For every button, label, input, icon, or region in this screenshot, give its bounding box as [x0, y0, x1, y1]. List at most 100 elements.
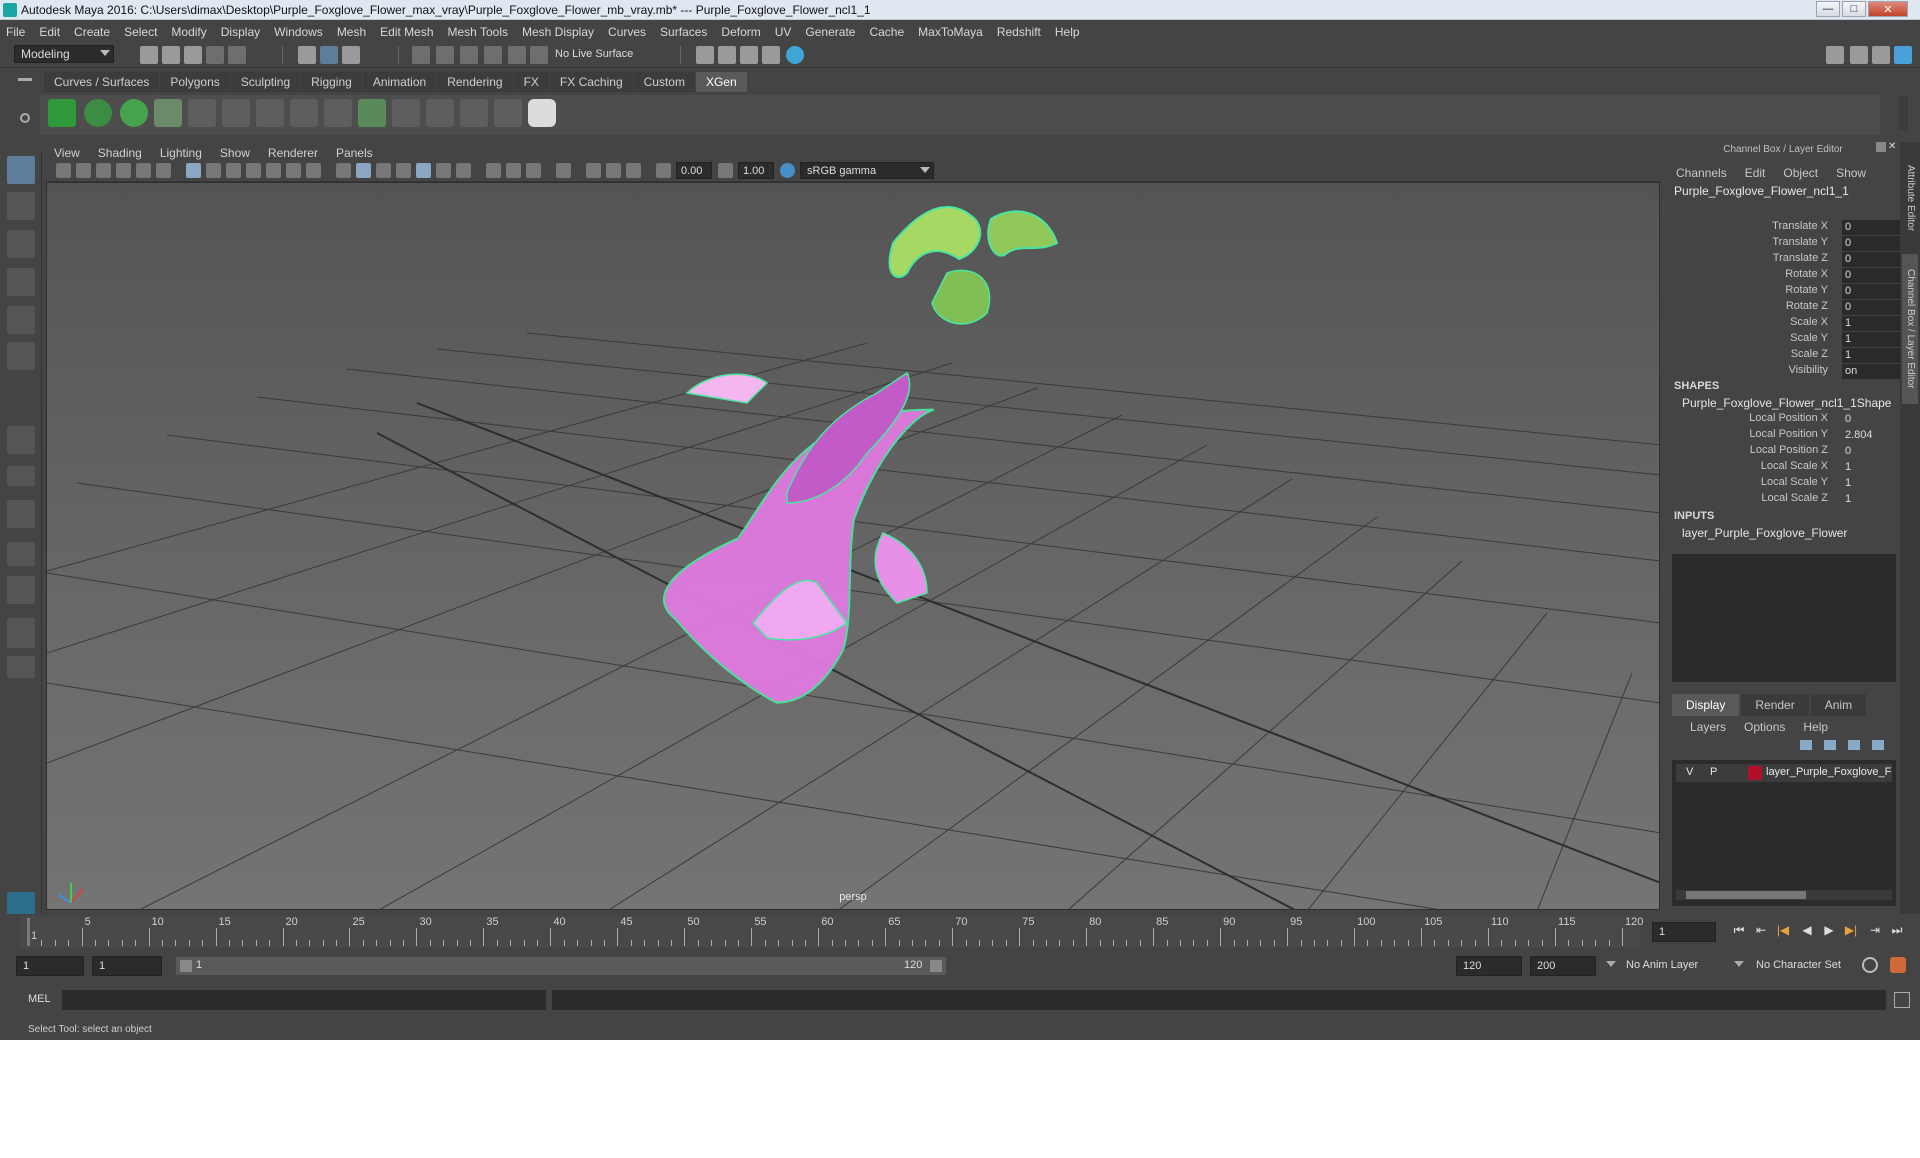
menu-windows[interactable]: Windows: [274, 25, 323, 39]
attr-row[interactable]: Translate Z0: [1674, 252, 1902, 268]
perspective-viewport[interactable]: persp: [46, 182, 1660, 910]
resolution-gate-icon[interactable]: [226, 163, 241, 178]
scrollbar-thumb[interactable]: [1686, 891, 1806, 899]
attr-value[interactable]: 1: [1842, 476, 1902, 491]
command-input[interactable]: [62, 990, 546, 1010]
snap-surface-icon[interactable]: [508, 46, 526, 64]
grid-toggle-icon[interactable]: [186, 163, 201, 178]
menu-create[interactable]: Create: [74, 25, 110, 39]
show-menu[interactable]: Show: [1836, 166, 1866, 180]
channels-menu[interactable]: Channels: [1676, 166, 1727, 180]
current-frame-field[interactable]: 1: [1652, 922, 1716, 942]
select-component-icon[interactable]: [342, 46, 360, 64]
use-all-lights-icon[interactable]: [436, 163, 451, 178]
menu-cache[interactable]: Cache: [869, 25, 904, 39]
layout-outliner-icon[interactable]: [7, 618, 35, 648]
camera-attributes-icon[interactable]: [76, 163, 91, 178]
options-menu[interactable]: Options: [1744, 720, 1785, 734]
field-chart-icon[interactable]: [266, 163, 281, 178]
command-language-label[interactable]: MEL: [28, 993, 51, 1005]
menu-modify[interactable]: Modify: [171, 25, 206, 39]
xgen-create-icon[interactable]: [120, 99, 148, 127]
xray-active-icon[interactable]: [606, 163, 621, 178]
shelf-scroll-arrows[interactable]: [1898, 96, 1908, 130]
shelf-tab-fx-caching[interactable]: FX Caching: [549, 72, 633, 92]
attr-row[interactable]: Scale Y1: [1674, 332, 1902, 348]
attr-row[interactable]: Rotate Z0: [1674, 300, 1902, 316]
layout-side-icon[interactable]: [7, 576, 35, 604]
auto-key-icon[interactable]: [1862, 957, 1878, 973]
object-name[interactable]: Purple_Foxglove_Flower_ncl1_1: [1674, 184, 1900, 198]
exposure-field[interactable]: 0.00: [676, 162, 712, 179]
layer-name[interactable]: layer_Purple_Foxglove_F: [1766, 766, 1891, 778]
shape-attr-row[interactable]: Local Scale Z1: [1674, 492, 1894, 508]
attr-value[interactable]: 0: [1842, 284, 1902, 299]
range-end-handle[interactable]: [930, 960, 942, 972]
attr-value[interactable]: 0: [1842, 268, 1902, 283]
shelf-menu-icon[interactable]: [18, 78, 32, 81]
attr-value[interactable]: 1: [1842, 348, 1902, 363]
backface-icon[interactable]: [626, 163, 641, 178]
smooth-shade-icon[interactable]: [356, 163, 371, 178]
view-transform-dropdown[interactable]: sRGB gamma: [800, 162, 934, 179]
foxglove-flower-model[interactable]: [629, 206, 1059, 729]
snap-view-icon[interactable]: [484, 46, 502, 64]
object-menu[interactable]: Object: [1783, 166, 1818, 180]
shape-attr-row[interactable]: Local Scale X1: [1674, 460, 1894, 476]
move-layer-up-icon[interactable]: [1800, 740, 1812, 750]
attr-value[interactable]: 1: [1842, 460, 1902, 475]
menu-curves[interactable]: Curves: [608, 25, 646, 39]
attr-row[interactable]: Scale X1: [1674, 316, 1902, 332]
mode-dropdown[interactable]: Modeling: [14, 45, 114, 63]
xgen-description-icon[interactable]: [84, 99, 112, 127]
menu-redshift[interactable]: Redshift: [997, 25, 1041, 39]
attr-value[interactable]: 0: [1842, 236, 1902, 251]
go-to-end-icon[interactable]: ⏭: [1890, 923, 1904, 937]
two-d-pan-icon[interactable]: [136, 163, 151, 178]
select-object-icon[interactable]: [320, 46, 338, 64]
xgen-lock-icon[interactable]: [290, 99, 318, 127]
xray-joints-icon[interactable]: [586, 163, 601, 178]
attr-value[interactable]: 0: [1842, 412, 1902, 427]
safe-title-icon[interactable]: [306, 163, 321, 178]
toggle-outliner-icon[interactable]: [1872, 46, 1890, 64]
tab-anim[interactable]: Anim: [1810, 694, 1867, 716]
move-layer-down-icon[interactable]: [1824, 740, 1836, 750]
xgen-place-guides-icon[interactable]: [154, 99, 182, 127]
close-panel-icon[interactable]: ✕: [1888, 142, 1898, 152]
menu-help[interactable]: Help: [1055, 25, 1080, 39]
layer-horizontal-scrollbar[interactable]: [1676, 890, 1892, 900]
menu-mesh[interactable]: Mesh: [337, 25, 366, 39]
tab-render[interactable]: Render: [1741, 694, 1809, 716]
layers-menu[interactable]: Layers: [1690, 720, 1726, 734]
hypershade-icon[interactable]: [786, 46, 804, 64]
lasso-tool-icon[interactable]: [7, 192, 35, 220]
step-back-frame-icon[interactable]: |◀: [1776, 923, 1790, 937]
range-start-handle[interactable]: [180, 960, 192, 972]
menu-mesh-display[interactable]: Mesh Display: [522, 25, 594, 39]
xgen-splines-icon[interactable]: [426, 99, 454, 127]
menu-deform[interactable]: Deform: [721, 25, 760, 39]
panel-menu-shading[interactable]: Shading: [98, 146, 142, 160]
menu-generate[interactable]: Generate: [805, 25, 855, 39]
xgen-delete-icon[interactable]: [494, 99, 522, 127]
snap-vertex-icon[interactable]: [530, 46, 548, 64]
xgen-layers-icon[interactable]: [358, 99, 386, 127]
menu-file[interactable]: File: [6, 25, 25, 39]
menu-edit[interactable]: Edit: [39, 25, 60, 39]
shelf-tab-animation[interactable]: Animation: [362, 72, 437, 92]
gamma-icon[interactable]: [718, 163, 733, 178]
xgen-rebuild-icon[interactable]: [256, 99, 284, 127]
snap-curve-icon[interactable]: [436, 46, 454, 64]
panel-menu-view[interactable]: View: [54, 146, 80, 160]
xgen-guides-to-curves-icon[interactable]: [324, 99, 352, 127]
script-editor-icon[interactable]: [1894, 992, 1910, 1008]
shelf-tab-custom[interactable]: Custom: [633, 72, 695, 92]
save-scene-icon[interactable]: [184, 46, 202, 64]
shape-attr-row[interactable]: Local Position Z0: [1674, 444, 1894, 460]
menu-uv[interactable]: UV: [775, 25, 792, 39]
xgen-add-guide-icon[interactable]: [188, 99, 216, 127]
layout-two-icon[interactable]: [7, 542, 35, 566]
paint-select-tool-icon[interactable]: [7, 230, 35, 258]
motion-blur-icon[interactable]: [506, 163, 521, 178]
